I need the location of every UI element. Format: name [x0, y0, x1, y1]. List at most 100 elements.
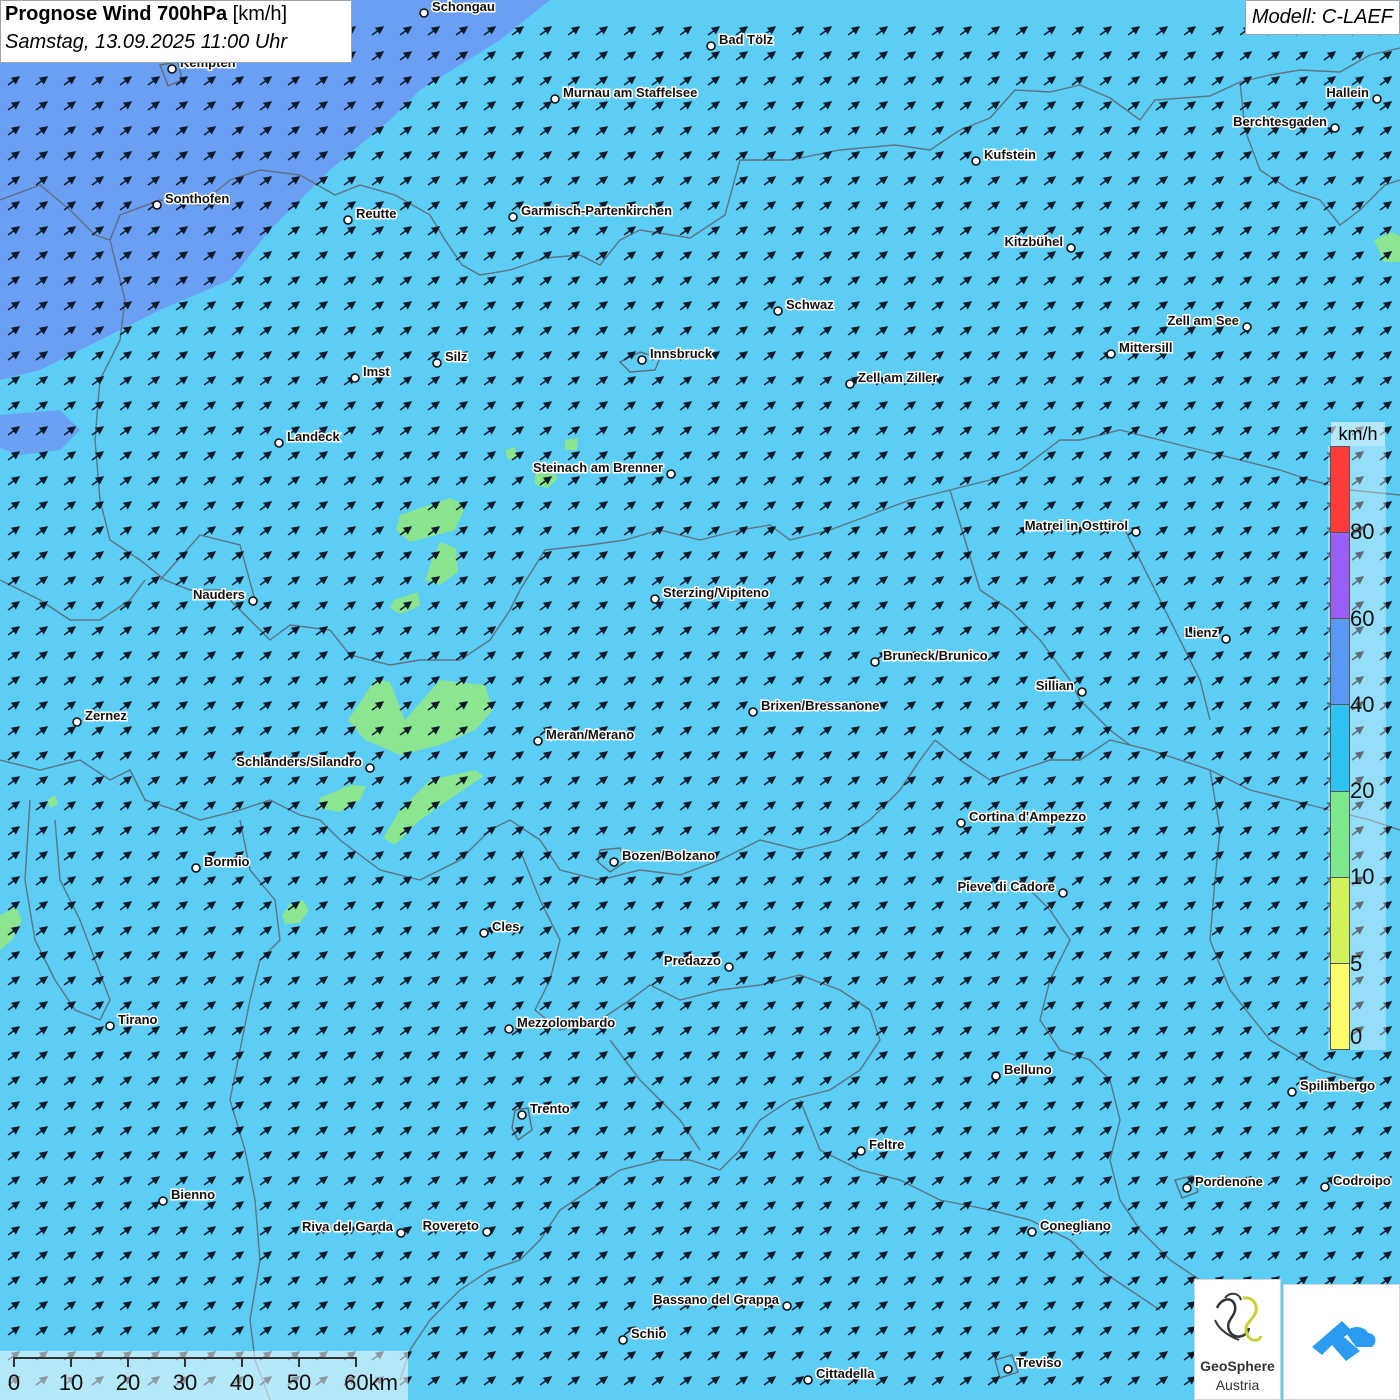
city-label: Bad Tölz — [719, 32, 774, 47]
city-dot — [248, 596, 258, 606]
city-label: Schwaz — [786, 297, 834, 312]
city-label: Sonthofen — [165, 191, 229, 206]
city-label: Pordenone — [1195, 1174, 1263, 1189]
city-dot — [782, 1301, 792, 1311]
city-label: Mezzolombardo — [517, 1015, 615, 1030]
city-label: Silz — [445, 349, 468, 364]
city-dot — [991, 1071, 1001, 1081]
city-dot — [956, 818, 966, 828]
app-logo[interactable] — [1283, 1284, 1400, 1400]
legend-label: 80 — [1350, 519, 1375, 545]
city-label: Cles — [492, 919, 519, 934]
city-dot — [1131, 527, 1141, 537]
city-dot — [724, 962, 734, 972]
legend-color-segment — [1331, 533, 1349, 620]
city-dot — [508, 212, 518, 222]
city-dot — [1066, 243, 1076, 253]
map-datetime: Samstag, 13.09.2025 11:00 Uhr — [5, 31, 288, 53]
city-dot — [1242, 322, 1252, 332]
city-label: Zell am Ziller — [858, 370, 937, 385]
city-label: Lienz — [1185, 625, 1219, 640]
city-label: Garmisch-Partenkirchen — [521, 203, 672, 218]
city-dot — [1287, 1087, 1297, 1097]
city-dot — [803, 1375, 813, 1385]
city-label: Schio — [631, 1326, 666, 1341]
city-dot — [479, 928, 489, 938]
city-dot — [152, 200, 162, 210]
city-dot — [856, 1146, 866, 1156]
geosphere-logo-name: GeoSphere — [1200, 1358, 1275, 1374]
city-dot — [971, 156, 981, 166]
city-label: Predazzo — [664, 953, 721, 968]
scale-label: 60km — [344, 1370, 398, 1395]
geosphere-logo-icon — [1214, 1292, 1263, 1342]
city-label: Bienno — [171, 1187, 215, 1202]
city-dot — [482, 1227, 492, 1237]
city-dot — [773, 306, 783, 316]
city-dot — [1182, 1183, 1192, 1193]
city-label: Bormio — [204, 854, 250, 869]
city-dot — [365, 763, 375, 773]
city-label: Reutte — [356, 206, 396, 221]
map-title-box: Prognose Wind 700hPa [km/h] Samstag, 13.… — [0, 0, 352, 63]
city-label: Cittadella — [816, 1366, 875, 1381]
scale-tick — [127, 1357, 129, 1367]
city-label: Matrei in Osttirol — [1025, 518, 1128, 533]
city-label: Codroipo — [1333, 1173, 1391, 1188]
city-dot — [105, 1021, 115, 1031]
city-label: Innsbruck — [650, 346, 713, 361]
city-label: Brixen/Bressanone — [761, 698, 880, 713]
city-label: Nauders — [193, 587, 245, 602]
city-label: Treviso — [1016, 1355, 1062, 1370]
city-label: Mittersill — [1119, 340, 1172, 355]
city-label: Berchtesgaden — [1233, 114, 1327, 129]
legend-label: 5 — [1350, 950, 1363, 976]
scale-label: 50 — [286, 1370, 312, 1395]
city-dot — [650, 594, 660, 604]
city-label: Zell am See — [1167, 313, 1239, 328]
city-label: Bruneck/Brunico — [883, 648, 988, 663]
legend-color-segment — [1331, 963, 1349, 1049]
city-label: Sillian — [1036, 678, 1074, 693]
city-dot — [618, 1335, 628, 1345]
legend-color-segment — [1331, 877, 1349, 964]
model-label: Modell: C-LAEF — [1244, 0, 1400, 35]
city-dot — [72, 717, 82, 727]
geosphere-logo[interactable]: GeoSphere Austria — [1194, 1279, 1281, 1400]
scale-label: 20 — [115, 1370, 141, 1395]
legend-label: 60 — [1350, 605, 1375, 631]
city-dot — [637, 355, 647, 365]
scale-tick — [241, 1357, 243, 1367]
legend-label: 20 — [1350, 778, 1375, 804]
city-dot — [748, 707, 758, 717]
city-dot — [432, 358, 442, 368]
city-label: Kitzbühel — [1005, 234, 1064, 249]
city-dot — [343, 215, 353, 225]
city-label: Steinach am Brenner — [533, 460, 663, 475]
city-dot — [517, 1110, 527, 1120]
legend-color-segment — [1331, 619, 1349, 706]
scale-label: 30 — [172, 1370, 198, 1395]
map-title-unit: [km/h] — [232, 3, 288, 25]
city-label: Conegliano — [1040, 1218, 1111, 1233]
city-dot — [396, 1228, 406, 1238]
city-dot — [845, 379, 855, 389]
wind-map[interactable]: SchongauBad TölzKemptenMurnau am Staffel… — [0, 0, 1400, 1400]
city-dot — [1320, 1182, 1330, 1192]
city-label: Murnau am Staffelsee — [563, 85, 697, 100]
city-dot — [1027, 1227, 1037, 1237]
city-dot — [870, 657, 880, 667]
city-dot — [167, 64, 177, 74]
city-label: Meran/Merano — [546, 727, 634, 742]
city-label: Riva del Garda — [302, 1219, 394, 1234]
scale-label: 40 — [229, 1370, 255, 1395]
scale-tick — [184, 1357, 186, 1367]
city-label: Tirano — [118, 1012, 158, 1027]
map-title: Prognose Wind 700hPa [km/h] — [5, 4, 347, 24]
map-title-main: Prognose Wind 700hPa — [5, 3, 228, 25]
city-label: Hallein — [1326, 85, 1369, 100]
scale-tick — [298, 1357, 300, 1367]
city-label: Imst — [363, 364, 390, 379]
city-label: Landeck — [287, 429, 341, 444]
scale-tick — [355, 1357, 357, 1367]
